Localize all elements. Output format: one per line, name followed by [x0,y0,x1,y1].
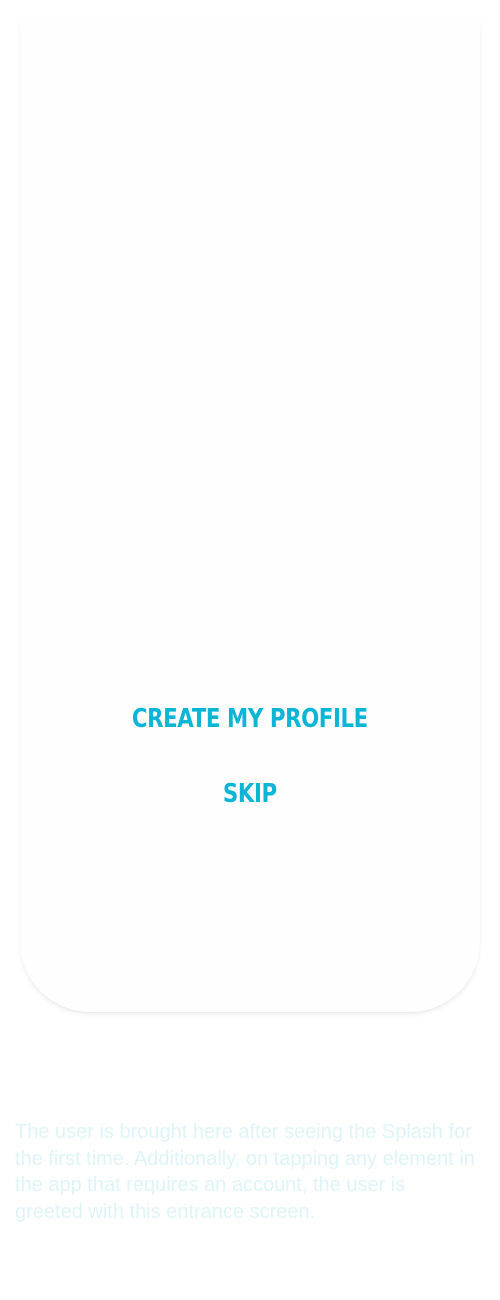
page: CREATE MY PROFILE SKIP The user is broug… [0,0,500,1300]
skip-button[interactable]: SKIP [223,781,277,807]
skip-row: SKIP [20,781,480,807]
create-profile-row: CREATE MY PROFILE [20,706,480,732]
create-my-profile-button[interactable]: CREATE MY PROFILE [132,706,368,732]
entrance-screen: CREATE MY PROFILE SKIP [20,20,480,1012]
screen-description: The user is brought here after seeing th… [15,1121,475,1223]
